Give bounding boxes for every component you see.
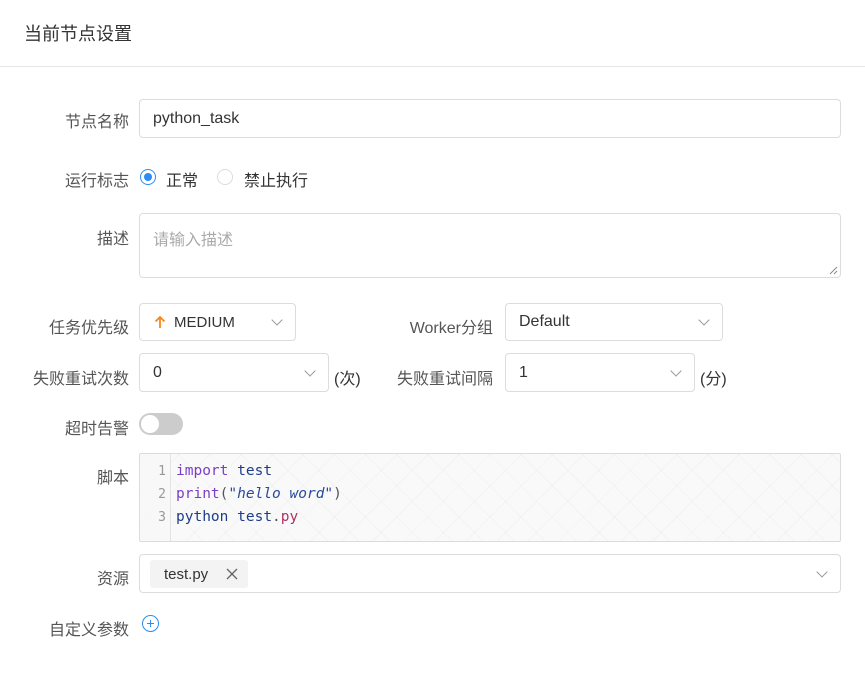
code-token: ) [333, 486, 342, 502]
chevron-down-icon [816, 565, 828, 578]
radio-disabled[interactable] [217, 169, 233, 185]
code-line-3[interactable]: python test.py [176, 509, 298, 525]
retry-times-select[interactable]: 0 [139, 353, 329, 392]
retry-interval-label: 失败重试间隔 [396, 371, 493, 388]
radio-normal[interactable] [140, 169, 156, 185]
worker-group-select[interactable]: Default [505, 303, 723, 341]
code-token: . [272, 509, 281, 525]
line-number: 3 [158, 510, 166, 525]
code-token: test [237, 463, 273, 479]
retry-interval-value: 1 [519, 363, 528, 381]
resize-handle-icon[interactable] [828, 265, 838, 275]
retry-times-suffix: (次) [334, 371, 361, 388]
arrow-up-icon [154, 315, 166, 328]
resource-tag-label: test.py [164, 565, 209, 583]
chevron-down-icon [698, 314, 710, 326]
priority-label: 任务优先级 [48, 320, 129, 337]
resources-label: 资源 [96, 571, 129, 588]
script-editor[interactable]: 1 2 3 import test print("hello word") py… [139, 453, 841, 542]
retry-times-value: 0 [153, 363, 162, 381]
retry-interval-suffix: (分) [700, 371, 727, 388]
radio-normal-label[interactable]: 正常 [166, 167, 198, 191]
retry-interval-select[interactable]: 1 [505, 353, 695, 392]
add-circle-icon[interactable] [142, 615, 159, 632]
line-number: 1 [158, 464, 166, 479]
code-token: "hello word" [228, 486, 334, 502]
worker-group-value: Default [519, 313, 570, 330]
radio-disabled-label[interactable]: 禁止执行 [244, 167, 308, 191]
node-name-label: 节点名称 [64, 114, 129, 131]
code-token: print [176, 486, 220, 502]
chevron-down-icon [670, 364, 682, 377]
timeout-alarm-switch[interactable] [139, 413, 183, 435]
script-label: 脚本 [96, 470, 129, 487]
resource-tag: test.py [150, 560, 248, 588]
code-token: test [237, 509, 273, 525]
description-label: 描述 [96, 231, 129, 248]
code-token: py [280, 509, 299, 525]
code-token: python [176, 509, 229, 525]
chevron-down-icon [271, 314, 283, 326]
page-title: 当前节点设置 [24, 24, 132, 44]
panel-header: 当前节点设置 [0, 0, 865, 67]
run-flag-label: 运行标志 [64, 173, 129, 190]
code-line-1[interactable]: import test [176, 463, 272, 479]
custom-params-label: 自定义参数 [48, 622, 129, 639]
priority-value: MEDIUM [174, 313, 235, 331]
priority-select[interactable]: MEDIUM [139, 303, 296, 341]
timeout-alarm-label: 超时告警 [64, 421, 129, 438]
code-token: import [176, 463, 229, 479]
chevron-down-icon [304, 364, 316, 377]
retry-times-label: 失败重试次数 [32, 371, 129, 388]
worker-group-label: Worker分组 [409, 320, 493, 337]
close-icon[interactable] [224, 566, 240, 582]
description-textarea[interactable]: 请输入描述 [139, 213, 841, 278]
node-name-input[interactable]: python_task [139, 99, 841, 138]
description-placeholder: 请输入描述 [153, 232, 234, 249]
code-line-2[interactable]: print("hello word") [176, 486, 342, 502]
node-name-value: python_task [153, 109, 240, 127]
line-number: 2 [158, 487, 166, 502]
